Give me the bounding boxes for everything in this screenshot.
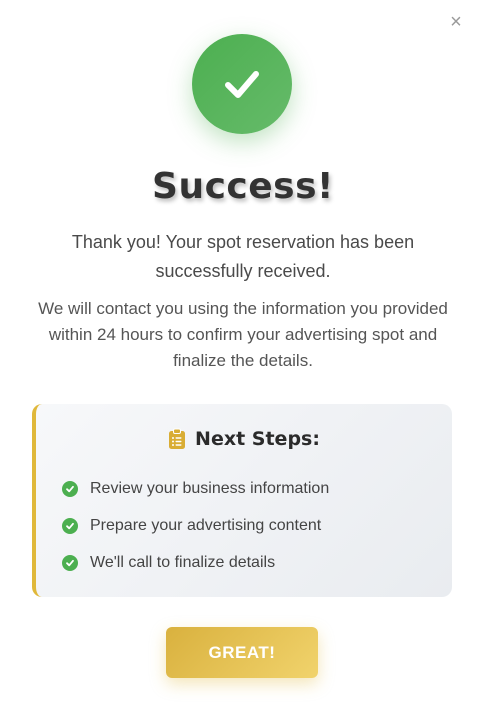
list-item: Prepare your advertising content (62, 507, 329, 544)
close-button[interactable]: × (446, 12, 466, 32)
next-steps-title: Next Steps: (195, 428, 320, 450)
great-button[interactable]: GREAT! (166, 627, 318, 678)
next-steps-header: Next Steps: (36, 428, 452, 450)
step-label: Review your business information (90, 479, 330, 497)
thank-you-message: Thank you! Your spot reservation has bee… (71, 232, 415, 281)
contact-info-message: We will contact you using the informatio… (38, 299, 448, 370)
check-circle-icon (62, 480, 78, 497)
next-steps-card: Next Steps: Review your business informa… (32, 404, 452, 597)
list-item: We'll call to finalize details (62, 544, 329, 581)
list-item: Review your business information (62, 470, 329, 507)
next-steps-list: Review your business information Prepare… (62, 470, 329, 581)
clipboard-list-icon (169, 428, 186, 449)
checkmark-icon (225, 71, 259, 98)
success-modal: × Success! Thank you! Your spot reservat… (0, 0, 486, 707)
close-icon: × (450, 11, 462, 33)
step-label: We'll call to finalize details (90, 553, 276, 571)
check-circle-icon (62, 554, 78, 571)
check-circle-icon (62, 517, 78, 534)
success-check-circle (192, 34, 292, 134)
step-label: Prepare your advertising content (90, 516, 322, 534)
modal-title: Success! (152, 166, 334, 207)
